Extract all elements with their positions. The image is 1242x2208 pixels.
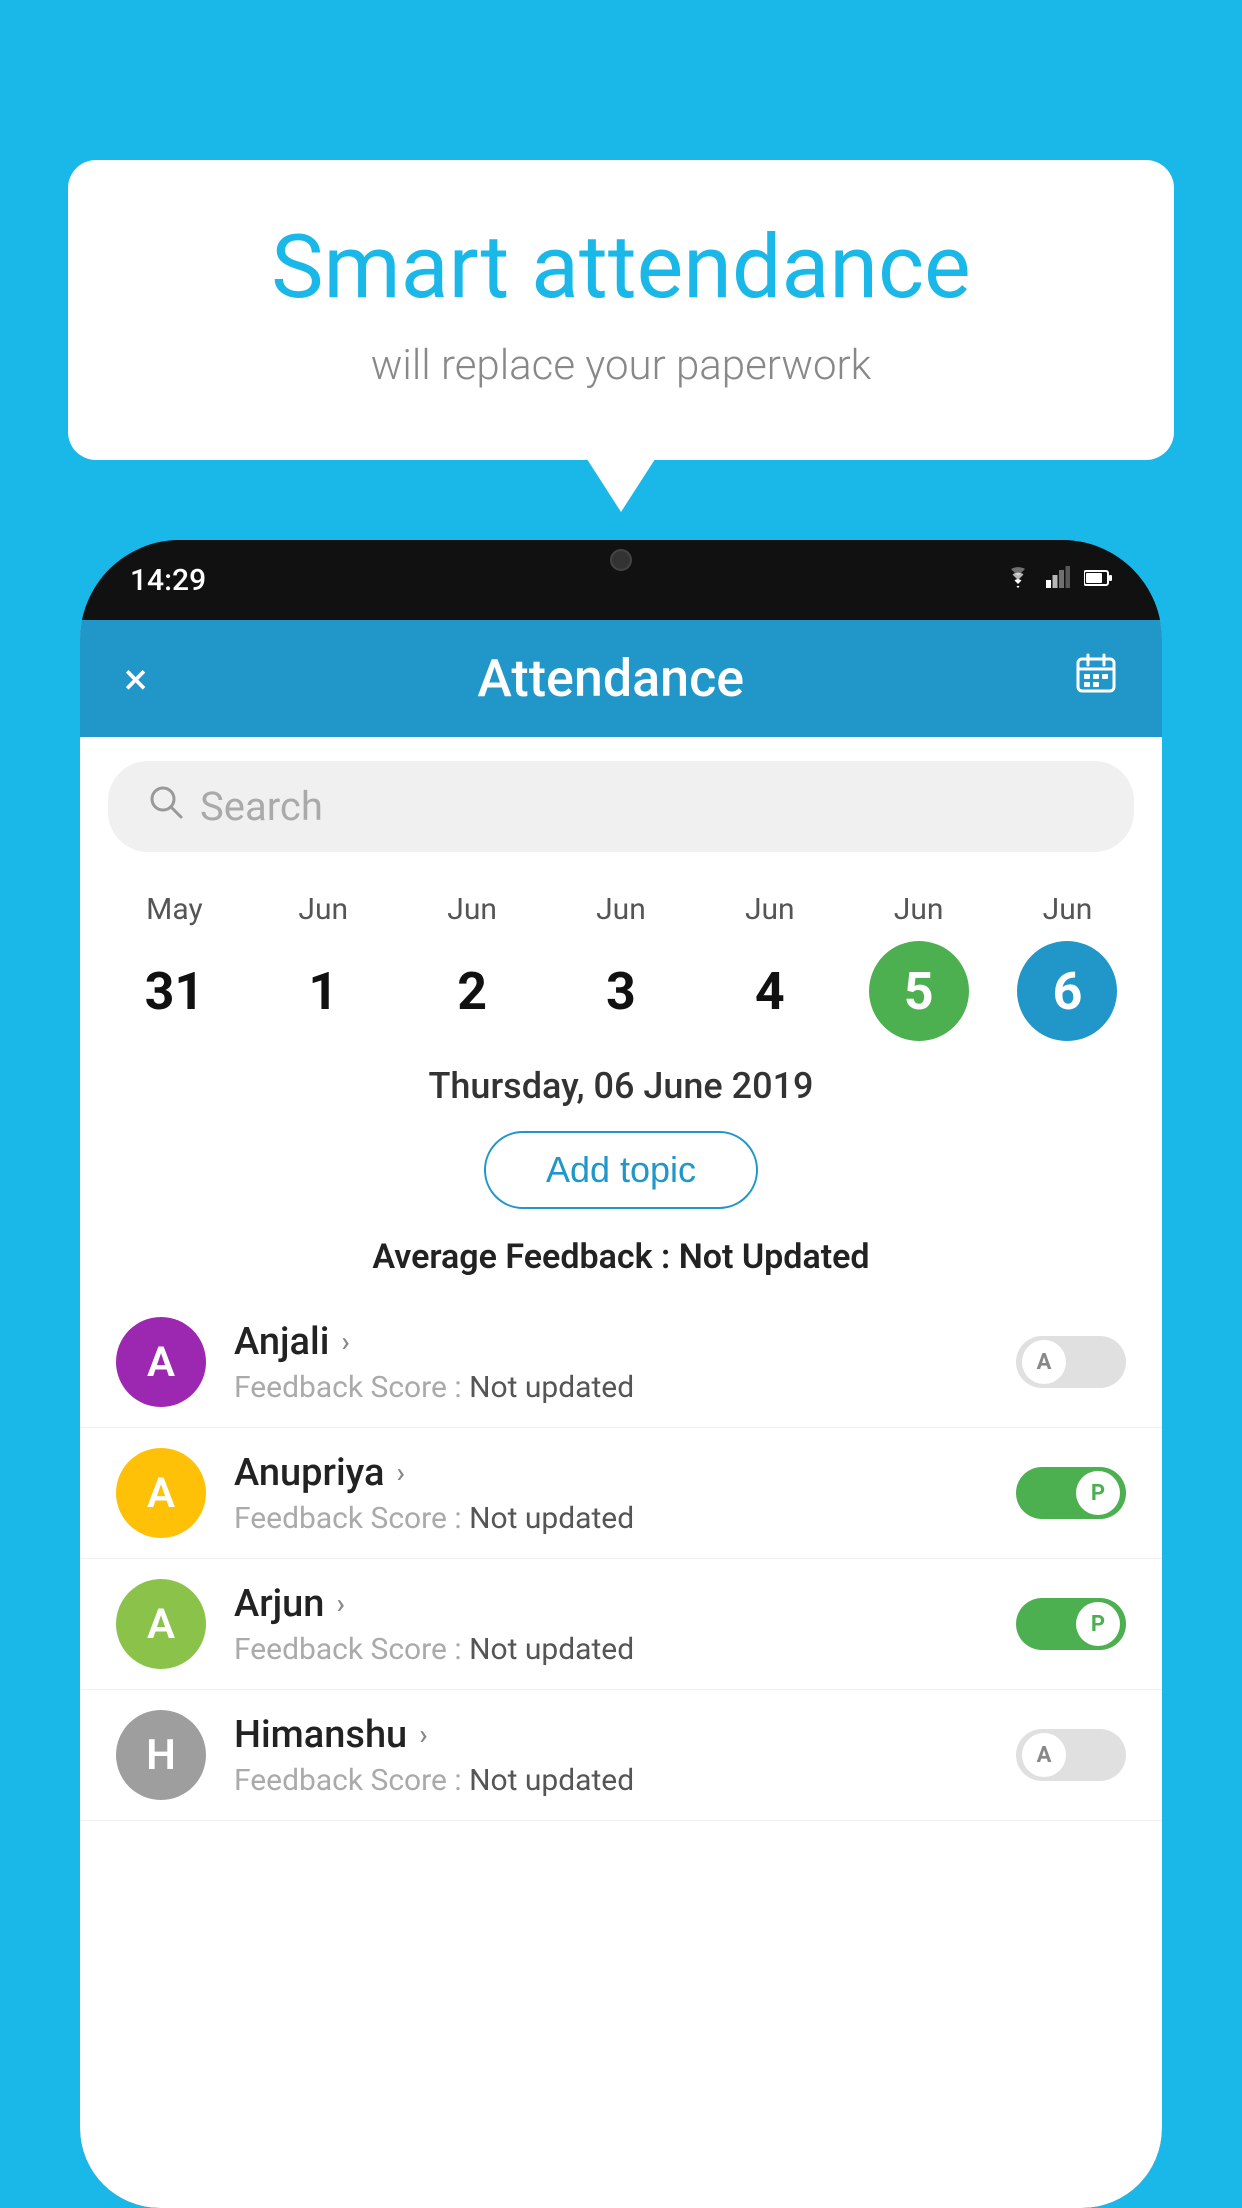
- calendar-icon[interactable]: [1074, 651, 1118, 706]
- calendar-day[interactable]: May 31: [114, 892, 234, 1041]
- app-title: Attendance: [477, 648, 744, 709]
- cal-month-label: Jun: [447, 892, 497, 927]
- front-camera: [610, 549, 632, 571]
- toggle-switch[interactable]: P: [1016, 1598, 1126, 1650]
- calendar-day[interactable]: Jun 3: [561, 892, 681, 1041]
- app-content: × Attendance: [80, 620, 1162, 2208]
- list-item[interactable]: A Anupriya› Feedback Score : Not updated P: [80, 1428, 1162, 1559]
- student-feedback: Feedback Score : Not updated: [234, 1501, 988, 1536]
- toggle-knob: P: [1076, 1602, 1120, 1646]
- toggle-switch[interactable]: P: [1016, 1467, 1126, 1519]
- status-icons: [1004, 566, 1112, 594]
- student-name: Himanshu›: [234, 1713, 988, 1757]
- cal-month-label: Jun: [894, 892, 944, 927]
- calendar-day[interactable]: Jun 4: [710, 892, 830, 1041]
- student-name: Arjun›: [234, 1582, 988, 1626]
- chevron-right-icon: ›: [396, 1456, 404, 1489]
- cal-month-label: Jun: [298, 892, 348, 927]
- headline: Smart attendance: [148, 220, 1094, 317]
- search-icon: [148, 784, 184, 829]
- student-name: Anjali›: [234, 1320, 988, 1364]
- calendar-day[interactable]: Jun 1: [263, 892, 383, 1041]
- subheadline: will replace your paperwork: [148, 341, 1094, 390]
- status-bar: 14:29: [80, 540, 1162, 620]
- chevron-right-icon: ›: [419, 1718, 427, 1751]
- search-bar[interactable]: Search: [108, 761, 1134, 852]
- attendance-toggle[interactable]: P: [1016, 1467, 1126, 1519]
- student-info: Anjali› Feedback Score : Not updated: [234, 1320, 988, 1405]
- status-time: 14:29: [130, 563, 206, 598]
- toggle-knob: P: [1076, 1471, 1120, 1515]
- phone-notch: [561, 540, 681, 580]
- student-feedback: Feedback Score : Not updated: [234, 1370, 988, 1405]
- student-info: Anupriya› Feedback Score : Not updated: [234, 1451, 988, 1536]
- list-item[interactable]: A Anjali› Feedback Score : Not updated A: [80, 1297, 1162, 1428]
- add-topic-button[interactable]: Add topic: [484, 1131, 758, 1209]
- avatar: A: [116, 1317, 206, 1407]
- close-button[interactable]: ×: [124, 653, 147, 705]
- attendance-toggle[interactable]: A: [1016, 1729, 1126, 1781]
- speech-bubble: Smart attendance will replace your paper…: [68, 160, 1174, 460]
- cal-date-number: 1: [273, 941, 373, 1041]
- student-info: Arjun› Feedback Score : Not updated: [234, 1582, 988, 1667]
- student-info: Himanshu› Feedback Score : Not updated: [234, 1713, 988, 1798]
- cal-date-number: 3: [571, 941, 671, 1041]
- calendar-day[interactable]: Jun 2: [412, 892, 532, 1041]
- student-list: AAnjali›Feedback Score : Not updatedAAAn…: [80, 1297, 1162, 2208]
- toggle-switch[interactable]: A: [1016, 1336, 1126, 1388]
- signal-icon: [1046, 566, 1070, 594]
- battery-icon: [1084, 568, 1112, 593]
- speech-bubble-container: Smart attendance will replace your paper…: [68, 160, 1174, 460]
- calendar-day[interactable]: Jun 6: [1007, 892, 1127, 1041]
- cal-date-number: 31: [124, 941, 224, 1041]
- calendar-strip: May 31 Jun 1 Jun 2 Jun 3 Jun 4 Jun 5 Jun 6: [80, 876, 1162, 1041]
- cal-date-number: 4: [720, 941, 820, 1041]
- phone-frame: 14:29: [80, 540, 1162, 2208]
- wifi-icon: [1004, 566, 1032, 594]
- cal-date-number: 5: [869, 941, 969, 1041]
- student-feedback: Feedback Score : Not updated: [234, 1763, 988, 1798]
- add-topic-section: Add topic: [80, 1123, 1162, 1229]
- cal-date-number: 6: [1017, 941, 1117, 1041]
- student-feedback: Feedback Score : Not updated: [234, 1632, 988, 1667]
- list-item[interactable]: H Himanshu› Feedback Score : Not updated A: [80, 1690, 1162, 1821]
- attendance-toggle[interactable]: P: [1016, 1598, 1126, 1650]
- cal-month-label: May: [146, 892, 202, 927]
- calendar-day[interactable]: Jun 5: [859, 892, 979, 1041]
- avatar: A: [116, 1448, 206, 1538]
- app-header: × Attendance: [80, 620, 1162, 737]
- toggle-knob: A: [1022, 1340, 1066, 1384]
- search-placeholder: Search: [200, 783, 323, 830]
- avatar: A: [116, 1579, 206, 1669]
- chevron-right-icon: ›: [336, 1587, 344, 1620]
- student-name: Anupriya›: [234, 1451, 988, 1495]
- toggle-switch[interactable]: A: [1016, 1729, 1126, 1781]
- attendance-toggle[interactable]: A: [1016, 1336, 1126, 1388]
- cal-month-label: Jun: [745, 892, 795, 927]
- chevron-right-icon: ›: [341, 1325, 349, 1358]
- avatar: H: [116, 1710, 206, 1800]
- avg-feedback: Average Feedback : Not Updated: [80, 1229, 1162, 1297]
- list-item[interactable]: A Arjun› Feedback Score : Not updated P: [80, 1559, 1162, 1690]
- cal-month-label: Jun: [596, 892, 646, 927]
- toggle-knob: A: [1022, 1733, 1066, 1777]
- cal-month-label: Jun: [1043, 892, 1093, 927]
- cal-date-number: 2: [422, 941, 522, 1041]
- selected-date-label: Thursday, 06 June 2019: [80, 1041, 1162, 1123]
